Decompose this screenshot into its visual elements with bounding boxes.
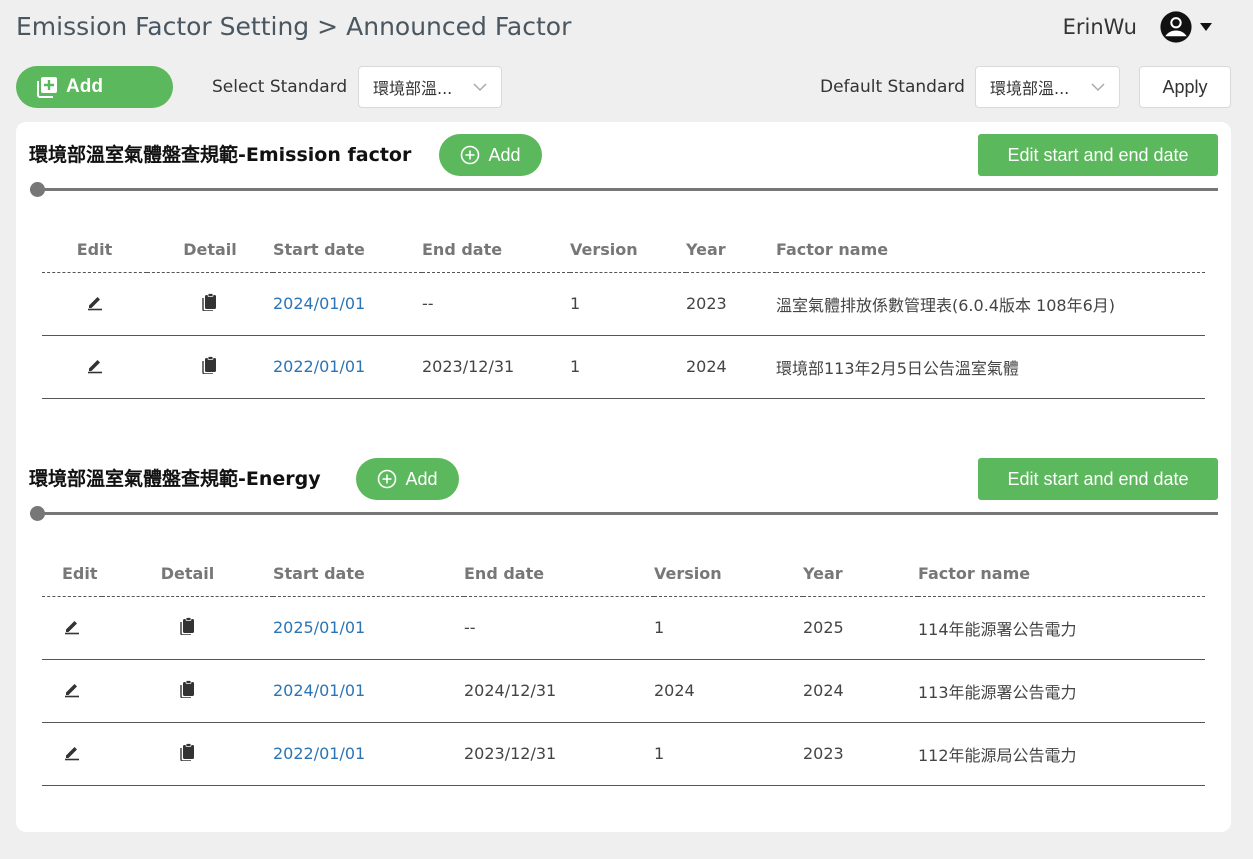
edit-start-end-date-button[interactable]: Edit start and end date — [978, 134, 1218, 176]
col-header-year: Year — [803, 549, 918, 597]
start-date-link[interactable]: 2022/01/01 — [273, 357, 365, 376]
section-add-label: Add — [405, 468, 438, 489]
caret-down-icon — [1200, 23, 1212, 31]
timeline-dot[interactable] — [30, 506, 45, 521]
factor-name: 114年能源署公告電力 — [918, 596, 1205, 660]
table-header-row: Edit Detail Start date End date Version … — [42, 549, 1205, 597]
factor-name: 環境部113年2月5日公告溫室氣體 — [776, 335, 1205, 399]
plus-circle-icon — [461, 145, 480, 165]
table-row: 2025/01/01 -- 1 2025 114年能源署公告電力 — [42, 596, 1205, 660]
col-header-detail: Detail — [147, 225, 273, 273]
default-standard-dropdown[interactable]: 環境部溫... — [975, 66, 1120, 108]
end-date: -- — [464, 596, 654, 660]
year: 2023 — [803, 722, 918, 786]
default-standard-label: Default Standard — [820, 77, 965, 97]
breadcrumb-separator: > — [317, 12, 339, 41]
section-add-label: Add — [488, 144, 521, 165]
timeline — [30, 506, 1218, 521]
col-header-year: Year — [686, 225, 776, 273]
year: 2023 — [686, 272, 776, 336]
edit-start-end-date-button[interactable]: Edit start and end date — [978, 458, 1218, 500]
col-header-start-date: Start date — [273, 225, 422, 273]
factor-name: 112年能源局公告電力 — [918, 722, 1205, 786]
col-header-edit: Edit — [42, 225, 147, 273]
default-standard-value: 環境部溫... — [990, 79, 1070, 98]
year: 2024 — [686, 335, 776, 399]
end-date: 2023/12/31 — [464, 722, 654, 786]
start-date-link[interactable]: 2024/01/01 — [273, 294, 365, 313]
select-standard-value: 環境部溫... — [373, 79, 453, 98]
user-menu: ErinWu — [1063, 10, 1213, 44]
start-date-link[interactable]: 2024/01/01 — [273, 681, 365, 700]
pencil-icon[interactable] — [63, 617, 81, 635]
factor-panel: 環境部溫室氣體盤查規範-Emission factor Add Edit sta… — [16, 122, 1231, 832]
pencil-icon[interactable] — [86, 356, 104, 374]
pencil-icon[interactable] — [63, 743, 81, 761]
col-header-end-date: End date — [464, 549, 654, 597]
table-row: 2024/01/01 -- 1 2023 溫室氣體排放係數管理表(6.0.4版本… — [42, 272, 1205, 336]
user-menu-toggle[interactable] — [1159, 10, 1213, 44]
year: 2024 — [803, 659, 918, 723]
factor-table: Edit Detail Start date End date Version … — [42, 225, 1205, 399]
col-header-factor-name: Factor name — [776, 225, 1205, 273]
clipboard-icon[interactable] — [202, 355, 218, 374]
table-row: 2022/01/01 2023/12/31 1 2023 112年能源局公告電力 — [42, 722, 1205, 786]
version: 1 — [570, 272, 686, 336]
section-title: 環境部溫室氣體盤查規範-Emission factor — [29, 144, 412, 166]
timeline-dot[interactable] — [30, 182, 45, 197]
user-circle-icon — [1160, 11, 1192, 43]
chevron-down-icon — [1091, 82, 1105, 91]
section-add-button[interactable]: Add — [356, 458, 459, 500]
timeline — [30, 182, 1218, 197]
start-date-link[interactable]: 2025/01/01 — [273, 618, 365, 637]
clipboard-icon[interactable] — [179, 679, 196, 698]
col-header-version: Version — [654, 549, 803, 597]
col-header-edit: Edit — [42, 549, 102, 597]
col-header-factor-name: Factor name — [918, 549, 1205, 597]
factor-name: 113年能源署公告電力 — [918, 659, 1205, 723]
add-box-icon — [37, 77, 57, 98]
version: 2024 — [654, 659, 803, 723]
breadcrumb: Emission Factor Setting > Announced Factor — [16, 12, 571, 41]
start-date-link[interactable]: 2022/01/01 — [273, 744, 365, 763]
select-standard-dropdown[interactable]: 環境部溫... — [358, 66, 502, 108]
chevron-down-icon — [473, 82, 487, 91]
version: 1 — [654, 596, 803, 660]
add-standard-button[interactable]: Add — [16, 66, 173, 108]
breadcrumb-item-announced-factor: Announced Factor — [346, 12, 572, 41]
table-header-row: Edit Detail Start date End date Version … — [42, 225, 1205, 273]
pencil-icon[interactable] — [86, 293, 104, 311]
col-header-version: Version — [570, 225, 686, 273]
year: 2025 — [803, 596, 918, 660]
clipboard-icon[interactable] — [179, 616, 196, 635]
version: 1 — [654, 722, 803, 786]
select-standard-label: Select Standard — [212, 77, 348, 97]
clipboard-icon[interactable] — [179, 742, 196, 761]
add-standard-label: Add — [66, 76, 103, 97]
apply-button[interactable]: Apply — [1139, 66, 1231, 108]
factor-table: Edit Detail Start date End date Version … — [42, 549, 1205, 786]
factor-name: 溫室氣體排放係數管理表(6.0.4版本 108年6月) — [776, 272, 1205, 336]
section-add-button[interactable]: Add — [439, 134, 542, 176]
end-date: 2023/12/31 — [422, 335, 570, 399]
version: 1 — [570, 335, 686, 399]
end-date: 2024/12/31 — [464, 659, 654, 723]
breadcrumb-item-emission-factor-setting[interactable]: Emission Factor Setting — [16, 12, 309, 41]
plus-circle-icon — [378, 469, 397, 489]
end-date: -- — [422, 272, 570, 336]
section-title: 環境部溫室氣體盤查規範-Energy — [29, 468, 321, 490]
clipboard-icon[interactable] — [202, 292, 218, 311]
table-row: 2022/01/01 2023/12/31 1 2024 環境部113年2月5日… — [42, 335, 1205, 399]
col-header-start-date: Start date — [273, 549, 464, 597]
table-row: 2024/01/01 2024/12/31 2024 2024 113年能源署公… — [42, 659, 1205, 723]
user-name: ErinWu — [1062, 15, 1137, 39]
col-header-detail: Detail — [102, 549, 273, 597]
pencil-icon[interactable] — [63, 680, 81, 698]
col-header-end-date: End date — [422, 225, 570, 273]
